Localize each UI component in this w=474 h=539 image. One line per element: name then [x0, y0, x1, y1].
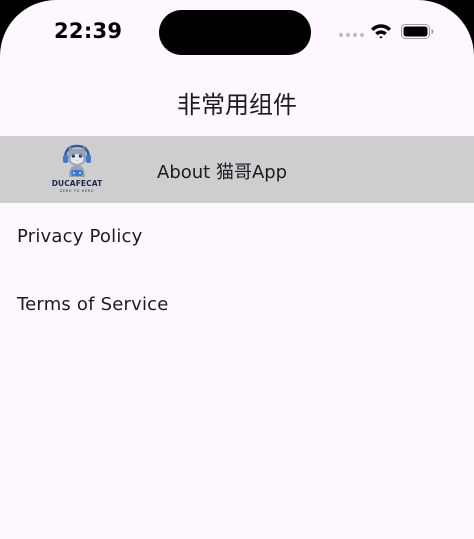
settings-list: DUCAFECAT ZERO TO HERO About 猫哥App Priva… — [0, 136, 474, 339]
privacy-policy-list-item[interactable]: Privacy Policy — [0, 203, 474, 271]
logo-subtext: ZERO TO HERO — [59, 189, 95, 193]
wifi-icon — [371, 24, 391, 39]
phone-screen: 22:39 非常用组件 DUCAFECAT ZERO TO HERO About… — [0, 0, 474, 539]
about-label: About 猫哥App — [157, 162, 288, 183]
app-bar: 非常用组件 — [0, 64, 474, 136]
battery-icon — [401, 24, 434, 39]
terms-of-service-list-item[interactable]: Terms of Service — [0, 271, 474, 339]
status-time: 22:39 — [54, 19, 123, 43]
status-bar: 22:39 — [0, 0, 474, 64]
cat-mascot-icon — [63, 144, 91, 177]
page-title: 非常用组件 — [177, 90, 297, 119]
list-item-label: Privacy Policy — [17, 226, 143, 247]
list-item-label: Terms of Service — [17, 294, 169, 315]
logo-text: DUCAFECAT — [51, 179, 103, 188]
about-list-item[interactable]: DUCAFECAT ZERO TO HERO About 猫哥App — [0, 136, 474, 203]
ducafecat-logo: DUCAFECAT ZERO TO HERO — [49, 143, 105, 197]
signal-dots-icon — [339, 33, 364, 37]
dynamic-island — [159, 10, 311, 55]
